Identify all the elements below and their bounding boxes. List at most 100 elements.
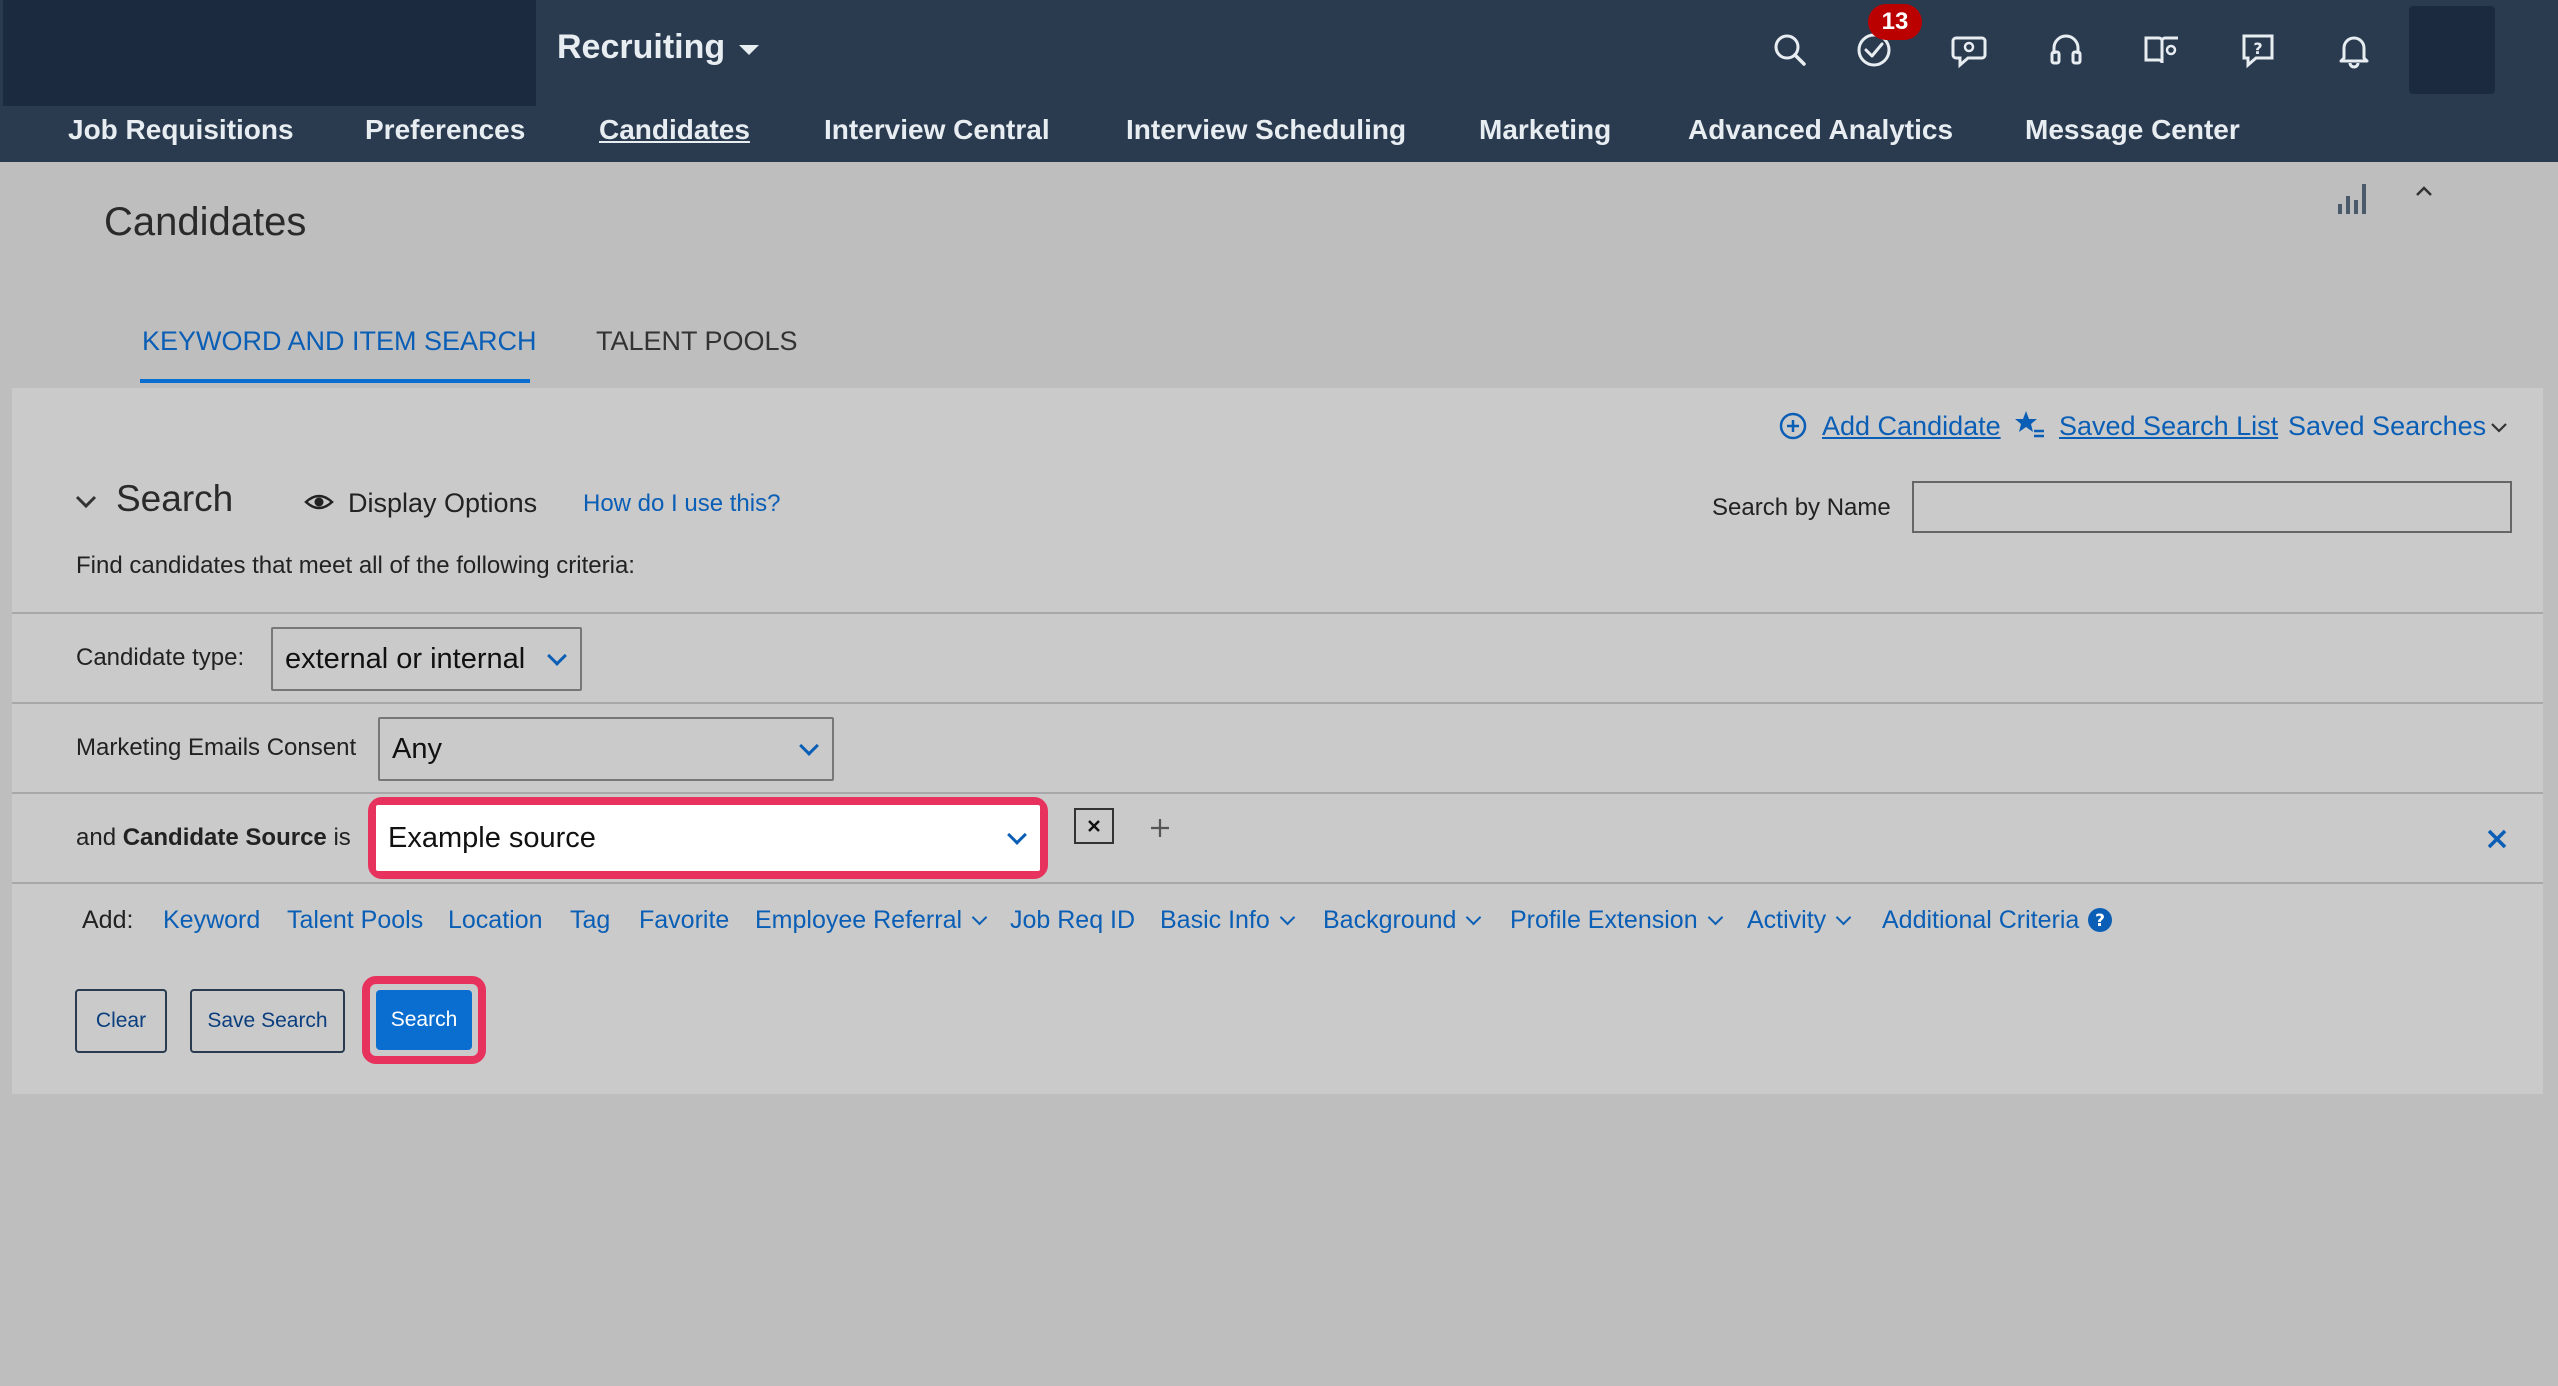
saved-search-list-link[interactable]: Saved Search List <box>2059 411 2278 442</box>
add-keyword-link[interactable]: Keyword <box>163 906 260 935</box>
search-heading: Search <box>116 478 234 519</box>
search-by-name-input[interactable] <box>1912 481 2512 533</box>
saved-searches-dropdown[interactable]: Saved Searches <box>2288 411 2486 442</box>
help-chat-icon[interactable]: ? <box>2238 30 2278 70</box>
clear-button[interactable]: Clear <box>75 989 167 1053</box>
chat-bot-icon[interactable] <box>1950 30 1990 70</box>
add-link-label: Location <box>448 906 543 934</box>
chevron-down-icon[interactable] <box>2488 416 2510 443</box>
nav-preferences[interactable]: Preferences <box>365 114 525 146</box>
add-link-label: Basic Info <box>1160 906 1270 934</box>
search-icon[interactable] <box>1770 30 1810 70</box>
svg-text:?: ? <box>2253 39 2262 58</box>
close-row-icon[interactable] <box>2486 828 2508 855</box>
candidate-type-select[interactable]: external or internal <box>271 627 582 691</box>
search-button[interactable]: Search <box>376 990 472 1050</box>
eye-icon[interactable] <box>304 490 334 519</box>
add-background-link[interactable]: Background <box>1323 906 1482 935</box>
tab-talent-pools[interactable]: TALENT POOLS <box>596 326 798 357</box>
nav-interview-central[interactable]: Interview Central <box>824 114 1050 146</box>
add-link-label: Favorite <box>639 906 730 934</box>
divider <box>12 702 2543 704</box>
add-additional-criteria-link[interactable]: Additional Criteria <box>1882 906 2079 935</box>
nav-interview-scheduling[interactable]: Interview Scheduling <box>1126 114 1406 146</box>
chevron-down-icon <box>1707 909 1723 926</box>
add-link-label: Talent Pools <box>287 906 424 934</box>
headset-icon[interactable] <box>2046 30 2086 70</box>
chevron-up-icon[interactable] <box>2412 180 2436 209</box>
add-talent-pools-link[interactable]: Talent Pools <box>287 906 423 935</box>
add-link-label: Profile Extension <box>1510 906 1698 934</box>
caret-down-icon <box>739 44 760 55</box>
add-link-label: Background <box>1323 906 1457 934</box>
svg-text:?: ? <box>2095 911 2105 931</box>
search-by-name-label: Search by Name <box>1712 494 1891 521</box>
chevron-down-icon <box>799 736 819 756</box>
display-options-button[interactable]: Display Options <box>348 488 537 519</box>
bell-icon[interactable] <box>2334 30 2374 70</box>
add-employee-referral-link[interactable]: Employee Referral <box>755 906 988 935</box>
bar-chart-icon[interactable] <box>2336 180 2372 221</box>
save-search-button[interactable]: Save Search <box>190 989 345 1053</box>
add-label: Add: <box>82 906 134 934</box>
app-title: Recruiting <box>557 28 726 66</box>
help-icon[interactable]: ? <box>2087 907 2113 938</box>
chevron-down-icon <box>547 646 567 666</box>
nav-marketing[interactable]: Marketing <box>1479 114 1611 146</box>
how-to-link[interactable]: How do I use this? <box>583 490 780 518</box>
page-title: Candidates <box>104 200 307 244</box>
tab-keyword-search[interactable]: KEYWORD AND ITEM SEARCH <box>142 326 537 357</box>
shell-header: Recruiting 13 ? <box>0 0 2558 106</box>
source-field: Candidate Source <box>122 824 327 851</box>
add-candidate-link[interactable]: Add Candidate <box>1822 411 2001 442</box>
divider <box>12 882 2543 884</box>
add-criterion-plus-icon[interactable] <box>1148 816 1172 845</box>
source-suffix: is <box>333 824 351 851</box>
add-location-link[interactable]: Location <box>448 906 543 935</box>
chevron-down-icon <box>971 909 988 926</box>
close-icon <box>1088 820 1100 832</box>
chevron-down-icon <box>1835 909 1852 926</box>
nav-message-center[interactable]: Message Center <box>2025 114 2240 146</box>
add-activity-link[interactable]: Activity <box>1747 906 1852 935</box>
add-link-label: Employee Referral <box>755 906 963 934</box>
add-basic-info-link[interactable]: Basic Info <box>1160 906 1296 935</box>
criteria-intro-text: Find candidates that meet all of the fol… <box>76 552 635 579</box>
add-candidate-icon[interactable] <box>1778 411 1808 446</box>
candidate-source-label: and Candidate Source is <box>76 824 351 852</box>
company-logo[interactable] <box>3 0 536 106</box>
add-favorite-link[interactable]: Favorite <box>639 906 729 935</box>
app-switcher[interactable]: Recruiting <box>557 28 760 67</box>
marketing-consent-label: Marketing Emails Consent <box>76 734 357 761</box>
user-avatar[interactable] <box>2409 6 2495 94</box>
candidate-source-value: Example source <box>388 821 596 854</box>
nav-candidates[interactable]: Candidates <box>599 114 750 146</box>
add-link-label: Additional Criteria <box>1882 906 2080 934</box>
chevron-down-icon <box>1279 909 1296 926</box>
remove-criterion-button[interactable] <box>1074 808 1114 844</box>
star-list-icon[interactable] <box>2014 409 2046 446</box>
add-link-label: Activity <box>1747 906 1827 934</box>
candidate-type-value: external or internal <box>285 642 526 675</box>
candidate-type-label: Candidate type: <box>76 644 245 671</box>
add-link-label: Keyword <box>163 906 261 934</box>
add-profile-extension-link[interactable]: Profile Extension <box>1510 906 1723 935</box>
add-link-label: Job Req ID <box>1010 906 1136 934</box>
marketing-consent-value: Any <box>392 732 442 765</box>
active-tab-indicator <box>140 379 530 383</box>
marketing-consent-select[interactable]: Any <box>378 717 834 781</box>
book-user-icon[interactable] <box>2142 30 2182 70</box>
notification-count-badge: 13 <box>1868 4 1922 40</box>
nav-job-requisitions[interactable]: Job Requisitions <box>68 114 294 146</box>
source-prefix: and <box>76 824 117 851</box>
divider <box>12 792 2543 794</box>
collapse-search-chevron-icon[interactable] <box>72 488 100 521</box>
divider <box>12 612 2543 614</box>
add-link-label: Tag <box>570 906 611 934</box>
add-tag-link[interactable]: Tag <box>570 906 610 935</box>
nav-advanced-analytics[interactable]: Advanced Analytics <box>1688 114 1953 146</box>
main-nav: Job Requisitions Preferences Candidates … <box>0 106 2558 162</box>
add-job-req-id-link[interactable]: Job Req ID <box>1010 906 1135 935</box>
candidate-source-select[interactable]: Example source <box>376 805 1040 871</box>
chevron-down-icon <box>1466 909 1482 926</box>
